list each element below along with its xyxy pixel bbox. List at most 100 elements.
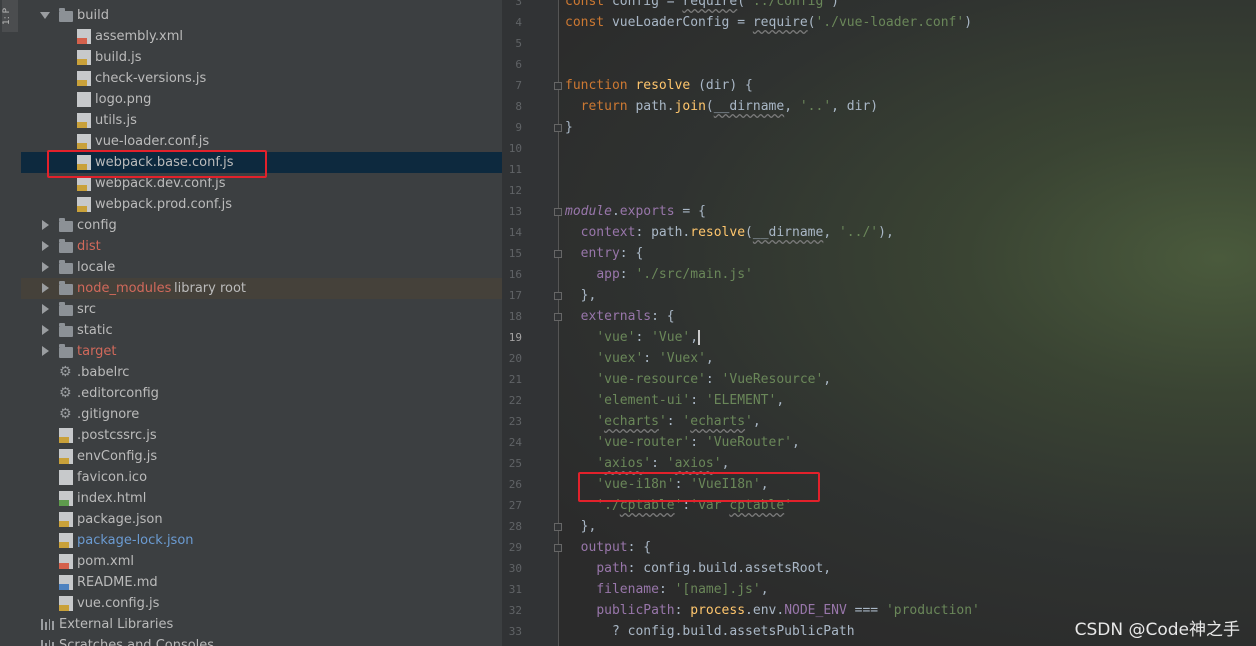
fold-marker-icon[interactable]	[554, 523, 562, 531]
line-number: 6	[515, 58, 522, 71]
line-number: 31	[508, 583, 522, 596]
chevron-right-icon[interactable]	[42, 262, 49, 272]
chevron-right-icon[interactable]	[42, 325, 49, 335]
chevron-right-icon[interactable]	[42, 304, 49, 314]
tree-item-static[interactable]: static	[21, 320, 502, 341]
code-line: context: path.resolve(__dirname, '../'),	[580, 225, 894, 240]
fold-marker-icon[interactable]	[554, 82, 562, 90]
tree-item-build[interactable]: build	[21, 5, 502, 26]
tree-item-label: External Libraries	[59, 617, 174, 632]
text-cursor	[698, 330, 701, 345]
library-root-hint: library root	[174, 281, 247, 296]
line-number: 14	[508, 226, 522, 239]
code-editor[interactable]: 3 4 5 6 7 8 9 10 11 12 13 14 15 16 17 18 19 20 21 22 23 24 25 2…	[502, 0, 1256, 646]
tree-item-readme-md[interactable]: README.md	[21, 572, 502, 593]
tree-item-vue-loader-conf-js[interactable]: vue-loader.conf.js	[21, 131, 502, 152]
chevron-right-icon[interactable]	[42, 241, 49, 251]
tree-item-gitignore[interactable]: ⚙ .gitignore	[21, 404, 502, 425]
fold-marker-icon[interactable]	[554, 250, 562, 258]
line-number: 19	[508, 331, 522, 344]
tree-item-dist[interactable]: dist	[21, 236, 502, 257]
tree-item-favicon-ico[interactable]: favicon.ico	[21, 467, 502, 488]
chevron-down-icon[interactable]	[40, 12, 50, 19]
code-line: },	[565, 519, 597, 534]
code-line: }	[565, 120, 573, 135]
tree-item-target[interactable]: target	[21, 341, 502, 362]
png-file-icon	[59, 470, 73, 485]
folder-icon	[59, 239, 73, 253]
tree-item-scratches-and-consoles[interactable]: Scratches and Consoles	[21, 635, 502, 646]
tool-window-strip: 1: P	[0, 0, 22, 646]
line-number: 26	[508, 478, 522, 491]
tree-item-webpack-prod-conf-js[interactable]: webpack.prod.conf.js	[21, 194, 502, 215]
fold-marker-icon[interactable]	[554, 292, 562, 300]
tree-item-label: config	[77, 218, 117, 233]
xml-file-icon	[77, 29, 91, 44]
code-line: app: './src/main.js'	[596, 267, 753, 282]
line-number: 16	[508, 268, 522, 281]
code-line: module.exports = {	[565, 204, 706, 219]
tree-item-label: utils.js	[95, 113, 137, 128]
tree-item-envconfig-js[interactable]: envConfig.js	[21, 446, 502, 467]
file-type-badge	[77, 59, 87, 65]
tree-item-label: Scratches and Consoles	[59, 638, 215, 646]
js-file-icon	[77, 71, 91, 86]
line-number: 33	[508, 625, 522, 638]
line-number-gutter: 3 4 5 6 7 8 9 10 11 12 13 14 15 16 17 18 19 20 21 22 23 24 25 2…	[502, 0, 559, 646]
tree-item-index-html[interactable]: index.html	[21, 488, 502, 509]
code-line: publicPath: process.env.NODE_ENV === 'pr…	[596, 603, 980, 618]
tree-item-editorconfig[interactable]: ⚙ .editorconfig	[21, 383, 502, 404]
md-file-icon	[59, 575, 73, 590]
tree-item-pom-xml[interactable]: pom.xml	[21, 551, 502, 572]
line-number: 34	[502, 642, 522, 646]
tree-item-assembly-xml[interactable]: assembly.xml	[21, 26, 502, 47]
tree-item-package-json[interactable]: package.json	[21, 509, 502, 530]
code-line: 'echarts': 'echarts',	[596, 414, 761, 429]
fold-marker-icon[interactable]	[554, 208, 562, 216]
fold-marker-icon[interactable]	[554, 124, 562, 132]
tree-item-utils-js[interactable]: utils.js	[21, 110, 502, 131]
tree-item-src[interactable]: src	[21, 299, 502, 320]
fold-marker-icon[interactable]	[554, 544, 562, 552]
html-file-icon	[59, 491, 73, 506]
file-type-badge	[59, 605, 69, 611]
tree-item-build-js[interactable]: build.js	[21, 47, 502, 68]
code-line: externals: {	[580, 309, 675, 324]
file-type-badge	[77, 206, 87, 212]
js-file-icon	[77, 134, 91, 149]
chevron-right-icon[interactable]	[42, 220, 49, 230]
line-number: 18	[508, 310, 522, 323]
highlight-box-cptable-line	[578, 472, 820, 502]
code-line: const vueLoaderConfig = require('./vue-l…	[565, 15, 973, 30]
line-number: 17	[508, 289, 522, 302]
code-line: 'element-ui': 'ELEMENT',	[596, 393, 785, 408]
tree-item-check-versions-js[interactable]: check-versions.js	[21, 68, 502, 89]
fold-marker-icon[interactable]	[554, 313, 562, 321]
js-file-icon	[77, 197, 91, 212]
tree-item-package-lock-json[interactable]: package-lock.json	[21, 530, 502, 551]
js-file-icon	[77, 113, 91, 128]
json-file-icon	[59, 533, 73, 548]
js-file-icon	[59, 449, 73, 464]
tree-item-postcssrc-js[interactable]: .postcssrc.js	[21, 425, 502, 446]
tree-item-node-modules[interactable]: node_modules library root	[21, 278, 502, 299]
line-number: 32	[508, 604, 522, 617]
code-line: const config = require('../config')	[565, 0, 839, 9]
line-number: 29	[508, 541, 522, 554]
tree-item-logo-png[interactable]: logo.png	[21, 89, 502, 110]
tree-item-babelrc[interactable]: ⚙ .babelrc	[21, 362, 502, 383]
project-tool-tab[interactable]: 1: P	[2, 0, 18, 32]
tree-item-external-libraries[interactable]: External Libraries	[21, 614, 502, 635]
code-line: output: {	[580, 540, 652, 555]
file-type-badge	[59, 584, 69, 590]
line-number: 15	[508, 247, 522, 260]
line-number: 24	[508, 436, 522, 449]
tree-item-config[interactable]: config	[21, 215, 502, 236]
chevron-right-icon[interactable]	[42, 283, 49, 293]
tree-item-vue-config-js[interactable]: vue.config.js	[21, 593, 502, 614]
tree-item-locale[interactable]: locale	[21, 257, 502, 278]
line-number: 30	[508, 562, 522, 575]
code-line: 'axios': 'axios',	[596, 456, 730, 471]
chevron-right-icon[interactable]	[42, 346, 49, 356]
line-number: 4	[515, 16, 522, 29]
